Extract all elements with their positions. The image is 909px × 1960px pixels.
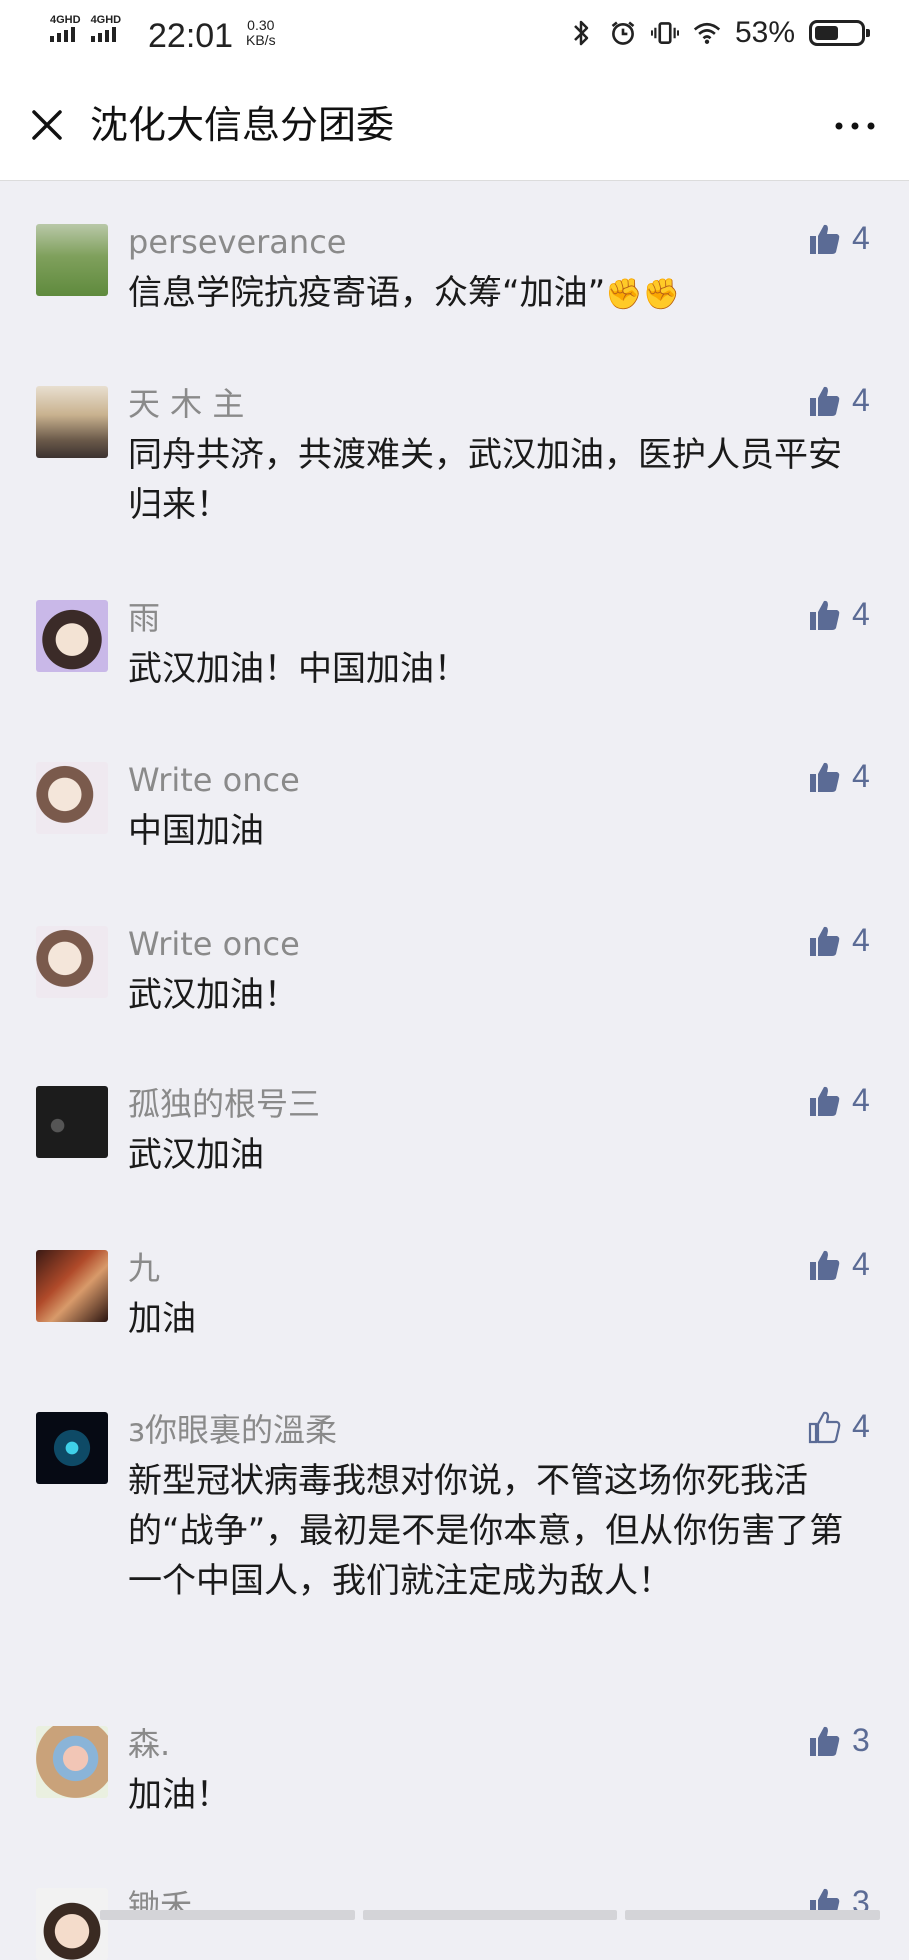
close-icon[interactable]: [26, 104, 68, 146]
thumbs-up-icon: [810, 1726, 840, 1756]
like-button[interactable]: 4: [806, 922, 870, 959]
wifi-icon: [693, 22, 721, 44]
signal-bars-icon: [50, 26, 75, 42]
avatar[interactable]: [36, 386, 108, 458]
avatar[interactable]: [36, 600, 108, 672]
like-count: 4: [852, 1082, 870, 1118]
comment-author[interactable]: 森.: [128, 1724, 170, 1764]
comment-author[interactable]: 九: [128, 1248, 160, 1288]
like-count: 4: [852, 1246, 870, 1282]
like-count: 4: [852, 1408, 870, 1444]
speed-value: 0.30: [247, 17, 275, 33]
comment-text: 信息学院抗疫寄语，众筹“加油”✊✊: [128, 268, 848, 320]
comment-text: 加油: [128, 1299, 196, 1339]
signal-indicators: 4GHD 4GHD: [50, 14, 121, 42]
status-time: 22:01: [148, 17, 234, 55]
comment-text: 武汉加油！中国加油！: [128, 649, 468, 689]
page-title: 沈化大信息分团委: [90, 103, 395, 147]
like-count: 3: [852, 1722, 870, 1758]
like-count: 4: [852, 758, 870, 794]
like-count: 4: [852, 382, 870, 418]
thumbs-up-icon: [810, 1250, 840, 1280]
avatar[interactable]: [36, 1412, 108, 1484]
vibrate-icon: [650, 22, 679, 44]
comment-author[interactable]: 锄禾: [128, 1886, 192, 1926]
nav-bar: 沈化大信息分团委: [0, 72, 909, 181]
avatar[interactable]: [36, 1726, 108, 1798]
like-button[interactable]: 4: [806, 596, 870, 633]
more-icon[interactable]: [831, 108, 879, 144]
comment-text: 新型冠状病毒我想对你说，不管这场你死我活的“战争”，最初是不是你本意，但从你伤害…: [128, 1461, 844, 1601]
avatar[interactable]: [36, 1250, 108, 1322]
speed-unit: KB/s: [246, 32, 276, 48]
thumbs-up-icon: [810, 600, 840, 630]
avatar[interactable]: [36, 926, 108, 998]
network-label-2: 4GHD: [90, 14, 122, 26]
like-button[interactable]: 3: [806, 1722, 870, 1759]
thumbs-up-icon: [810, 926, 840, 956]
battery-icon: [809, 20, 870, 46]
thumbs-up-icon: [810, 762, 840, 792]
like-button[interactable]: 4: [806, 220, 870, 257]
comment-body: 信息学院抗疫寄语，众筹“加油”: [128, 273, 606, 313]
status-right: 53%: [567, 16, 870, 50]
like-button[interactable]: 4: [806, 758, 870, 795]
comment-text: 中国加油: [128, 811, 264, 851]
like-button[interactable]: 4: [806, 1408, 870, 1445]
like-button[interactable]: 4: [806, 1246, 870, 1283]
fist-emoji: ✊✊: [605, 277, 680, 312]
alarm-icon: [611, 21, 635, 45]
network-speed: 0.30 KB/s: [246, 18, 276, 48]
avatar[interactable]: [36, 762, 108, 834]
bottom-scroll-indicator: [100, 1910, 881, 1920]
thumbs-up-icon: [810, 1086, 840, 1116]
network-label-1: 4GHD: [50, 14, 81, 26]
like-count: 4: [852, 220, 870, 256]
like-button[interactable]: 4: [806, 1082, 870, 1119]
thumbs-up-icon: [810, 386, 840, 416]
battery-fill: [815, 26, 838, 40]
avatar[interactable]: [36, 224, 108, 296]
bluetooth-icon: [574, 20, 589, 46]
like-count: 4: [852, 596, 870, 632]
comment-author[interactable]: Write once: [128, 924, 300, 964]
battery-percent: 53%: [734, 16, 795, 49]
comment-author[interactable]: з你眼裏的溫柔: [128, 1410, 337, 1450]
comment-author[interactable]: 孤独的根号三: [128, 1084, 320, 1124]
signal-2: 4GHD: [90, 14, 122, 42]
signal-1: 4GHD: [50, 14, 81, 42]
comment-author[interactable]: perseverance: [128, 222, 346, 262]
comment-author[interactable]: Write once: [128, 760, 300, 800]
comment-text: 武汉加油！: [128, 975, 298, 1015]
status-bar: 4GHD 4GHD 22:01 0.30 KB/s 53%: [0, 0, 909, 72]
signal-bars-icon: [90, 26, 116, 42]
comment-text: 武汉加油: [128, 1135, 264, 1175]
avatar[interactable]: [36, 1888, 108, 1960]
comment-text: 同舟共济，共渡难关，武汉加油，医护人员平安归来！: [128, 435, 842, 525]
comment-text: 加油！: [128, 1775, 230, 1815]
thumbs-up-outline-icon: [808, 1411, 841, 1443]
thumbs-up-icon: [810, 224, 840, 254]
comment-author[interactable]: 雨: [128, 598, 160, 638]
like-count: 4: [852, 922, 870, 958]
like-button[interactable]: 4: [806, 382, 870, 419]
avatar[interactable]: [36, 1086, 108, 1158]
comment-author[interactable]: 天 木 主: [128, 384, 244, 424]
